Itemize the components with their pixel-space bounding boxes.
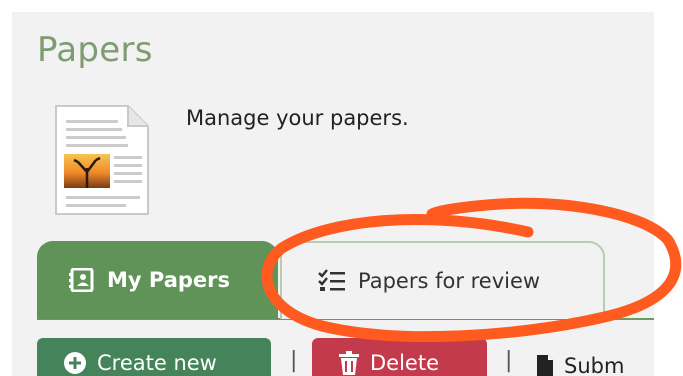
submit-label: Subm — [564, 354, 625, 376]
delete-label: Delete — [370, 351, 439, 375]
tab-my-papers[interactable]: My Papers — [37, 241, 278, 319]
tab-my-papers-label: My Papers — [107, 268, 231, 292]
submit-button[interactable]: Subm — [536, 354, 624, 376]
tab-papers-for-review[interactable]: Papers for review — [280, 241, 605, 319]
file-upload-icon — [536, 354, 554, 376]
document-icon — [55, 105, 149, 215]
address-book-icon — [69, 268, 95, 292]
delete-button[interactable]: Delete — [312, 338, 487, 376]
checklist-icon — [318, 269, 346, 293]
tab-papers-for-review-label: Papers for review — [358, 269, 541, 293]
trash-icon — [338, 351, 360, 375]
create-new-label: Create new — [97, 351, 217, 375]
page-title: Papers — [37, 30, 153, 70]
create-new-button[interactable]: Create new — [37, 338, 271, 376]
action-separator: | — [290, 348, 298, 373]
page-description: Manage your papers. — [186, 106, 409, 130]
plus-circle-icon — [63, 351, 87, 375]
action-separator: | — [505, 348, 513, 373]
screen: Papers Manage your papers. My Papers Pap… — [0, 0, 683, 376]
